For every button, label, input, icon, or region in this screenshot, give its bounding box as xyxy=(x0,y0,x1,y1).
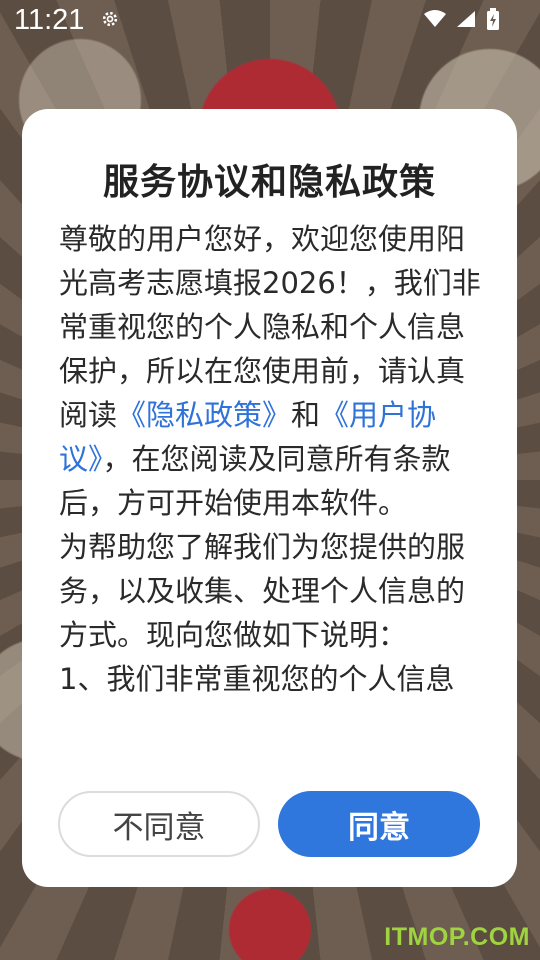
dialog-content[interactable]: 尊敬的用户您好，欢迎您使用阳光高考志愿填报2026！，我们非常重视您的个人隐私和… xyxy=(59,217,482,765)
status-bar: 11:21 xyxy=(0,0,540,44)
intro-text-end: ，在您阅读及同意所有条款后，方可开始使用本软件。 xyxy=(59,442,451,520)
privacy-dialog: 服务协议和隐私政策 尊敬的用户您好，欢迎您使用阳光高考志愿填报2026！，我们非… xyxy=(22,109,517,887)
status-time: 11:21 xyxy=(14,4,85,36)
watermark-logo: ITMOP.COM xyxy=(384,923,530,951)
privacy-policy-link[interactable]: 《隐私政策》 xyxy=(117,398,291,432)
and-text: 和 xyxy=(291,398,321,432)
paragraph-partial: 1、我们非常重视您的个人信息 xyxy=(59,662,455,696)
agree-button[interactable]: 同意 xyxy=(278,791,480,857)
battery-charging-icon xyxy=(487,8,499,30)
dialog-title: 服务协议和隐私政策 xyxy=(102,162,436,203)
paragraph-intro: 尊敬的用户您好，欢迎您使用阳光高考志愿填报2026！，我们非常重视您的个人隐私和… xyxy=(59,217,482,525)
cellular-icon xyxy=(457,11,475,27)
disagree-button[interactable]: 不同意 xyxy=(58,791,260,857)
paragraph-explanation: 为帮助您了解我们为您提供的服务，以及收集、处理个人信息的方式。现向您做如下说明： xyxy=(59,530,466,652)
wifi-icon xyxy=(424,10,446,27)
settings-icon xyxy=(102,11,118,27)
